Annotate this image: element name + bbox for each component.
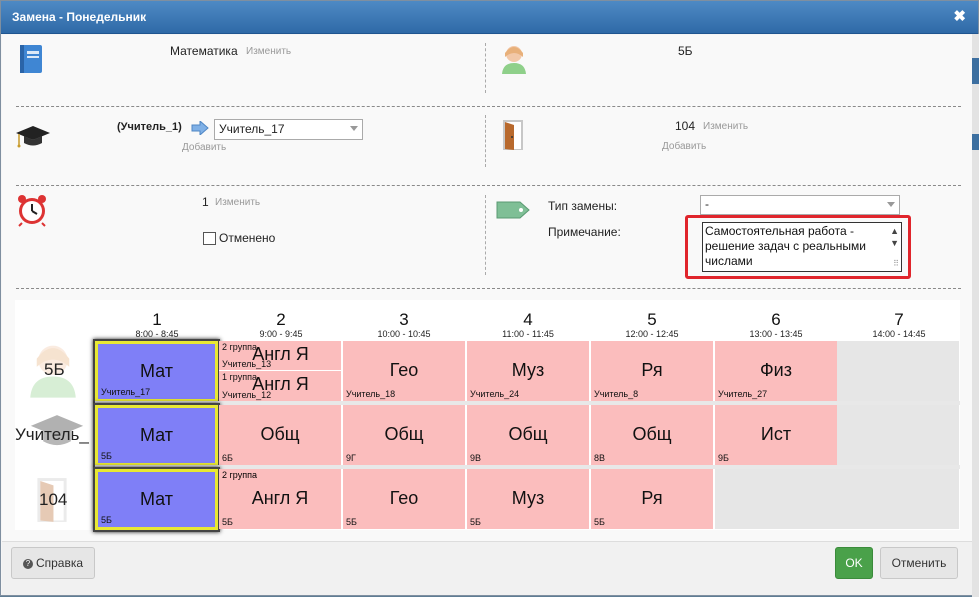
- lesson-cell[interactable]: Ря 5Б: [591, 469, 714, 529]
- lesson-cell[interactable]: Физ Учитель_27: [715, 341, 838, 401]
- group-half[interactable]: 2 группа Англ Я Учитель_13: [219, 341, 342, 371]
- empty-cell[interactable]: [837, 469, 960, 529]
- empty-cell[interactable]: [715, 469, 838, 529]
- group-half[interactable]: 1 группа Англ Я Учитель_12: [219, 371, 342, 401]
- lesson-cell[interactable]: Муз Учитель_24: [467, 341, 590, 401]
- note-label: Примечание:: [548, 225, 621, 239]
- dialog-footer: ? Справка OK Отменить: [2, 541, 972, 595]
- ok-button-label: OK: [845, 556, 863, 570]
- row-label-room: 104: [39, 490, 68, 509]
- lesson-number: 1: [202, 195, 209, 209]
- empty-cell[interactable]: [837, 341, 960, 401]
- column-header: 5 12:00 - 12:45: [625, 310, 679, 339]
- lesson-cell[interactable]: Ист 9Б: [715, 405, 838, 465]
- room-change-link[interactable]: Изменить: [703, 121, 748, 132]
- tag-icon: [496, 201, 530, 219]
- column-header: 1 8:00 - 8:45: [135, 310, 179, 339]
- chevron-down-icon: [350, 126, 358, 131]
- row-label-class: 5Б: [44, 360, 65, 379]
- lesson-cell-selected[interactable]: Мат Учитель_17: [95, 341, 218, 402]
- empty-cell[interactable]: [837, 405, 960, 465]
- subject-change-link[interactable]: Изменить: [246, 46, 291, 57]
- column-header: 7 14:00 - 14:45: [872, 310, 926, 339]
- lesson-cell[interactable]: Гео 5Б: [343, 469, 466, 529]
- question-circle-icon: ?: [22, 558, 33, 569]
- help-button-label: Справка: [35, 556, 84, 570]
- timetable-grid: 1 8:00 - 8:45 2 9:00 - 9:45 3 10:00 - 10:45…: [15, 300, 960, 530]
- background-page-edge: [972, 34, 979, 597]
- replacement-type-label: Тип замены:: [548, 199, 618, 213]
- class-value: 5Б: [678, 44, 693, 58]
- lesson-cell-split[interactable]: 2 группа Англ Я Учитель_13 1 группа Англ…: [219, 341, 342, 401]
- teacher-add-link[interactable]: Добавить: [182, 142, 226, 153]
- door-icon: [503, 120, 523, 150]
- help-button[interactable]: ? Справка: [11, 547, 95, 579]
- subject-value: Математика: [170, 44, 238, 58]
- lesson-cell[interactable]: Общ 8В: [591, 405, 714, 465]
- lesson-cell[interactable]: Ря Учитель_8: [591, 341, 714, 401]
- cancel-button[interactable]: Отменить: [880, 547, 958, 579]
- room-add-link[interactable]: Добавить: [662, 141, 706, 152]
- column-header: 2 9:00 - 9:45: [259, 310, 303, 339]
- alarm-clock-icon: [18, 195, 46, 227]
- lesson-cell[interactable]: Общ 9Г: [343, 405, 466, 465]
- lesson-cell-selected[interactable]: Мат 5Б: [95, 469, 218, 530]
- column-header: 6 13:00 - 13:45: [749, 310, 803, 339]
- lesson-cell[interactable]: Общ 9В: [467, 405, 590, 465]
- column-header: 3 10:00 - 10:45: [377, 310, 431, 339]
- student-icon: [502, 46, 526, 74]
- substitution-dialog: Замена - Понедельник ✖ Математика Измени…: [0, 0, 979, 597]
- replacement-type-value: -: [705, 197, 709, 211]
- column-header: 4 11:00 - 11:45: [502, 310, 554, 339]
- lesson-cell-selected[interactable]: Мат 5Б: [95, 405, 218, 466]
- old-teacher-label: (Учитель_1): [117, 121, 182, 133]
- ok-button[interactable]: OK: [835, 547, 873, 579]
- note-textarea[interactable]: Самостоятельная работа - решение задач с…: [702, 222, 902, 272]
- cancel-button-label: Отменить: [891, 556, 947, 570]
- graduation-cap-icon: [16, 126, 50, 148]
- lesson-change-link[interactable]: Изменить: [215, 197, 260, 208]
- book-icon: [20, 45, 42, 73]
- lesson-cell[interactable]: Муз 5Б: [467, 469, 590, 529]
- scroll-arrows-icon[interactable]: ▲ ▼: [890, 225, 899, 249]
- chevron-down-icon: [887, 202, 895, 207]
- teacher-select-value: Учитель_17: [219, 122, 285, 136]
- lesson-cell[interactable]: 2 группа Англ Я 5Б: [219, 469, 342, 529]
- note-line: решение задач с реальными: [705, 239, 866, 253]
- lesson-cell[interactable]: Общ 6Б: [219, 405, 342, 465]
- replacement-type-select[interactable]: -: [700, 195, 900, 215]
- arrow-right-icon: [191, 121, 209, 135]
- lesson-cell[interactable]: Гео Учитель_18: [343, 341, 466, 401]
- cancelled-label: Отменено: [219, 231, 276, 245]
- teacher-select[interactable]: Учитель_17: [214, 119, 363, 140]
- dialog-title: Замена - Понедельник: [12, 10, 147, 24]
- note-highlight: Самостоятельная работа - решение задач с…: [685, 215, 911, 279]
- room-value: 104: [675, 119, 696, 133]
- resize-grip-icon[interactable]: ⠿: [893, 256, 899, 271]
- cancelled-checkbox[interactable]: [203, 232, 216, 245]
- title-bar[interactable]: Замена - Понедельник ✖: [1, 1, 978, 34]
- close-icon[interactable]: ✖: [953, 7, 966, 25]
- note-line: Самостоятельная работа -: [705, 224, 854, 238]
- note-line: числами: [705, 254, 753, 268]
- row-label-teacher: Учитель_: [15, 425, 89, 444]
